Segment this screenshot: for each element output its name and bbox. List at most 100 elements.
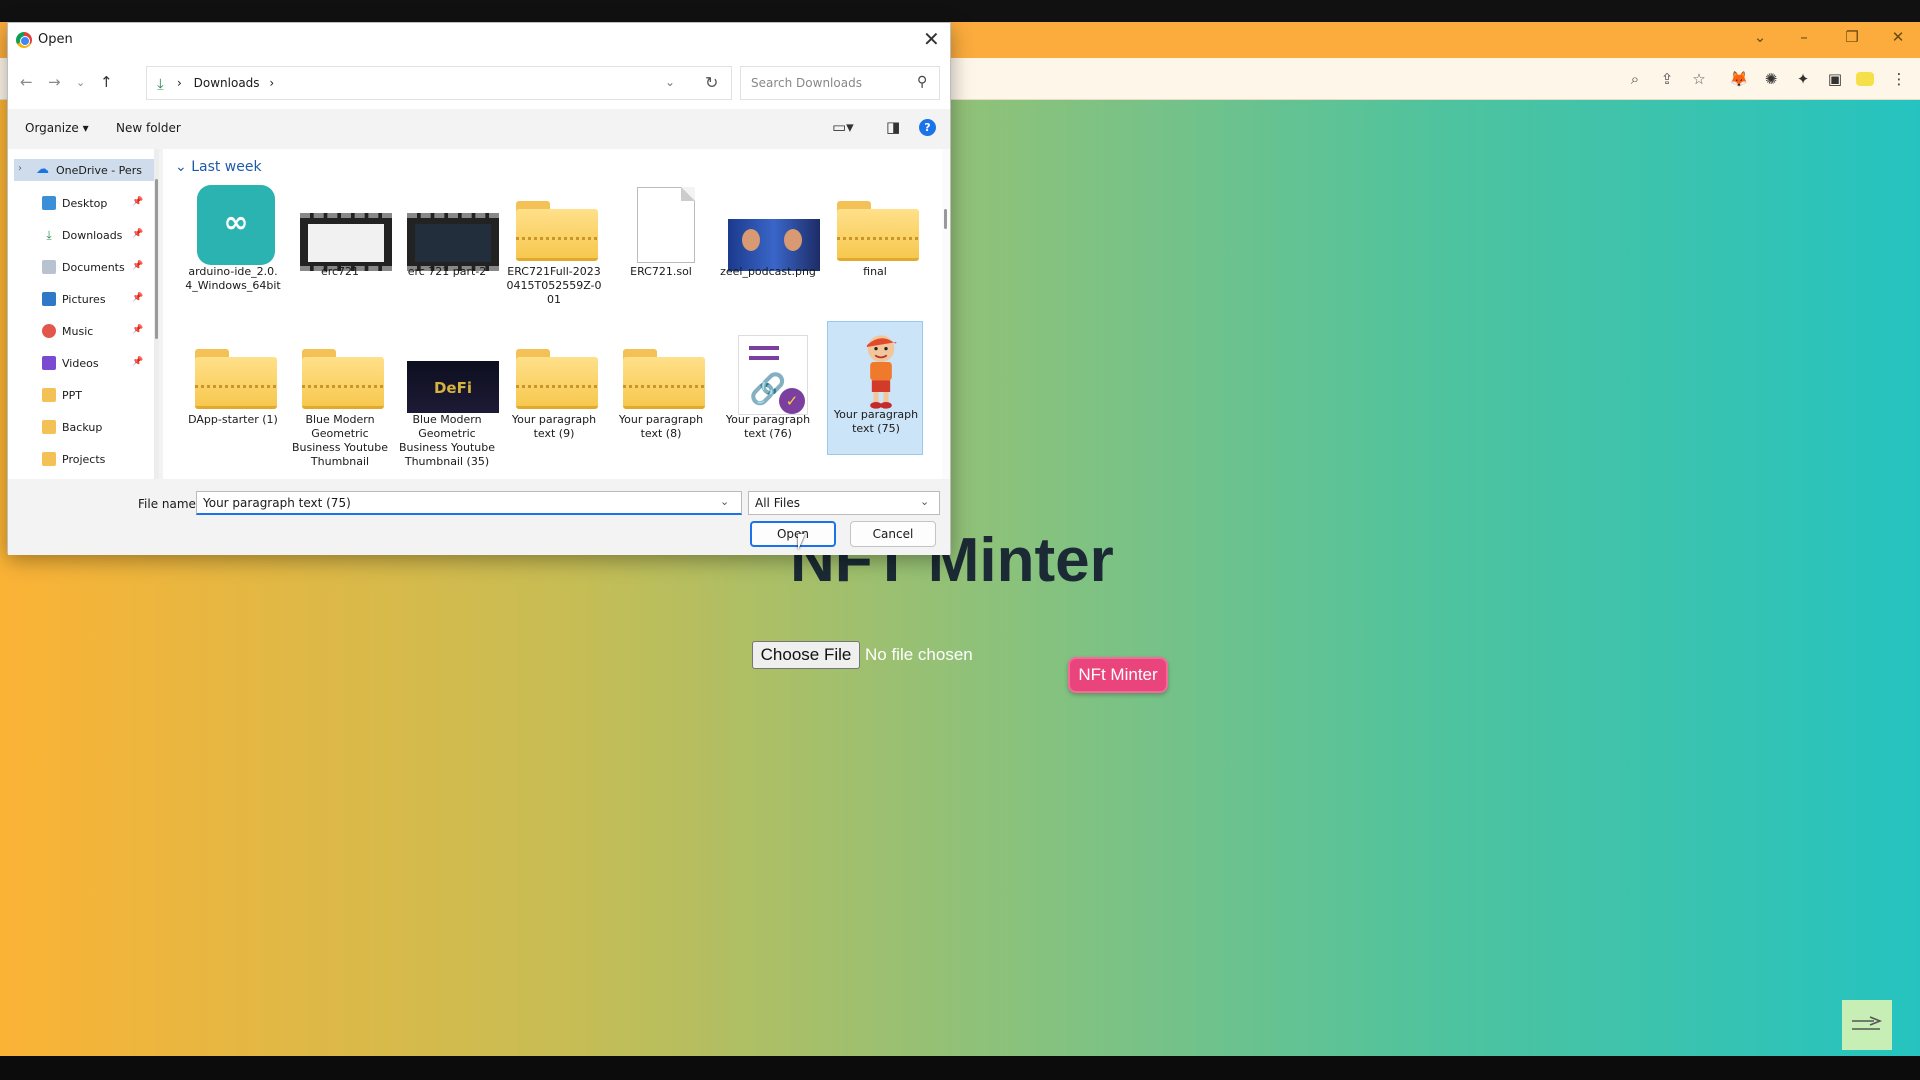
cancel-button[interactable]: Cancel: [850, 521, 936, 547]
sidebar-item-label: OneDrive - Pers: [56, 164, 142, 177]
file-item[interactable]: 🔗 ✓ Your paragraph text (76): [720, 327, 816, 461]
pin-icon: 📌: [132, 325, 144, 335]
file-name: zeel_podcast.png: [720, 265, 816, 278]
sidebar-item-music[interactable]: Music 📌: [8, 321, 148, 343]
zip-folder-icon: [195, 349, 277, 409]
mint-button[interactable]: NFt Minter: [1068, 657, 1168, 693]
new-folder-button[interactable]: New folder: [116, 121, 181, 135]
sidebar-item-projects[interactable]: Projects: [8, 449, 148, 471]
file-name: erc 721 part-2: [407, 265, 487, 278]
metamask-icon[interactable]: 🦊: [1728, 68, 1750, 90]
sidebar-item-onedrive[interactable]: › ☁ OneDrive - Pers: [14, 159, 154, 181]
file-name-dropdown-icon[interactable]: ⌄: [720, 495, 729, 508]
sidebar-item-pictures[interactable]: Pictures 📌: [8, 289, 148, 311]
file-item[interactable]: ∞ arduino-ide_2.0.4_Windows_64bit: [185, 179, 281, 313]
file-item[interactable]: erc 721 part-2: [399, 179, 499, 313]
sidebar-item-ppt[interactable]: PPT: [8, 385, 148, 407]
file-item[interactable]: Your paragraph text (8): [613, 327, 709, 461]
defi-thumbnail-text: DeFi: [433, 379, 472, 397]
minimize-button[interactable]: –: [1784, 28, 1824, 46]
zip-folder-icon: [623, 349, 705, 409]
menu-icon[interactable]: ⋮: [1888, 68, 1910, 90]
file-item[interactable]: erc721: [292, 179, 392, 313]
recorder-widget[interactable]: [1842, 1000, 1892, 1050]
open-button[interactable]: Open: [750, 521, 836, 547]
document-icon: [637, 187, 695, 263]
file-name: Your paragraph text (75): [833, 408, 919, 435]
recent-dropdown-icon[interactable]: ⌄: [76, 76, 85, 89]
video-thumbnail-icon: [407, 213, 499, 271]
view-options-icon[interactable]: ▭▾: [832, 118, 854, 136]
puzzle-icon[interactable]: ✦: [1792, 68, 1814, 90]
no-file-text: No file chosen: [865, 645, 973, 664]
scrollbar-thumb[interactable]: [944, 209, 947, 229]
navigation-scrollbar[interactable]: [154, 149, 159, 479]
file-item[interactable]: ERC721.sol: [613, 179, 709, 313]
expand-icon[interactable]: ›: [18, 163, 22, 174]
chrome-icon: [16, 32, 32, 48]
sidebar-item-backup[interactable]: Backup: [8, 417, 148, 439]
star-icon[interactable]: ☆: [1688, 68, 1710, 90]
pin-icon: 📌: [132, 197, 144, 207]
dialog-nav-row: ← → ⌄ ↑ ⤓ › Downloads › ⌄ ↻ Search Downl…: [8, 57, 950, 109]
profile-icon[interactable]: [1856, 72, 1874, 86]
file-item[interactable]: zeel_podcast.png: [720, 179, 820, 313]
share-icon[interactable]: ⇪: [1656, 68, 1678, 90]
downloads-icon: ⤓: [157, 75, 164, 93]
file-item[interactable]: ERC721Full-20230415T052559Z-001: [506, 179, 602, 313]
breadcrumb-downloads[interactable]: Downloads: [194, 76, 260, 90]
search-icon: ⚲: [917, 74, 928, 90]
link-document-icon: 🔗 ✓: [738, 335, 808, 415]
file-item-selected[interactable]: Your paragraph text (75): [827, 321, 923, 455]
file-item[interactable]: final: [827, 179, 923, 313]
sidebar-item-label: Documents: [62, 261, 125, 274]
zip-folder-icon: [302, 349, 384, 409]
search-box[interactable]: Search Downloads ⚲: [740, 66, 940, 100]
scrollbar-thumb[interactable]: [155, 179, 158, 339]
forward-icon[interactable]: →: [48, 73, 61, 91]
address-bar[interactable]: ⤓ › Downloads › ⌄ ↻: [146, 66, 732, 100]
sidebar-item-label: Pictures: [62, 293, 106, 306]
close-window-button[interactable]: ✕: [1878, 28, 1918, 46]
file-list-scrollbar[interactable]: [942, 149, 950, 479]
sidepanel-icon[interactable]: ▣: [1824, 68, 1846, 90]
sidebar-item-desktop[interactable]: Desktop 📌: [8, 193, 148, 215]
file-item[interactable]: DeFi Blue Modern Geometric Business Yout…: [399, 327, 499, 468]
recorder-icon: [1852, 1016, 1883, 1030]
organize-button[interactable]: Organize ▾: [25, 121, 89, 135]
dialog-title: Open: [38, 32, 73, 47]
group-header[interactable]: ⌄ Last week: [175, 159, 262, 175]
file-type-select[interactable]: All Files: [748, 491, 940, 515]
back-icon[interactable]: ←: [20, 73, 33, 91]
file-name: ERC721.sol: [630, 265, 692, 278]
pin-icon: 📌: [132, 261, 144, 271]
file-item[interactable]: DApp-starter (1): [185, 327, 281, 461]
sidebar-item-downloads[interactable]: ⤓ Downloads 📌: [8, 225, 148, 247]
restore-button[interactable]: ❐: [1832, 28, 1872, 46]
file-name-label: File name:: [138, 497, 200, 511]
sidebar-item-videos[interactable]: Videos 📌: [8, 353, 148, 375]
preview-pane-icon[interactable]: ◨: [886, 118, 900, 136]
tab-search-icon[interactable]: ⌄: [1740, 28, 1780, 46]
refresh-icon[interactable]: ↻: [705, 73, 718, 92]
file-item[interactable]: Blue Modern Geometric Business Youtube T…: [292, 327, 388, 468]
sidebar-item-documents[interactable]: Documents 📌: [8, 257, 148, 279]
help-icon[interactable]: ?: [919, 119, 936, 136]
sidebar-item-label: Projects: [62, 453, 106, 466]
command-bar: Organize ▾ New folder ▭▾ ◨ ?: [8, 109, 950, 149]
choose-file-button[interactable]: Choose File: [752, 641, 860, 669]
extension-icon[interactable]: ✺: [1760, 68, 1782, 90]
file-name: Your paragraph text (9): [511, 413, 597, 440]
file-item[interactable]: Your paragraph text (9): [506, 327, 602, 461]
downloads-icon: ⤓: [46, 228, 52, 242]
file-name-input[interactable]: Your paragraph text (75): [196, 491, 742, 515]
cloud-icon: ☁: [36, 162, 49, 177]
breadcrumb[interactable]: › Downloads ›: [177, 76, 274, 90]
zoom-icon[interactable]: ⌕: [1624, 68, 1646, 90]
close-icon[interactable]: ✕: [923, 27, 940, 51]
sidebar-item-label: Downloads: [62, 229, 123, 242]
search-placeholder: Search Downloads: [751, 76, 862, 90]
address-dropdown-icon[interactable]: ⌄: [665, 75, 675, 89]
file-type-dropdown-icon[interactable]: ⌄: [920, 495, 929, 508]
up-icon[interactable]: ↑: [100, 73, 113, 91]
